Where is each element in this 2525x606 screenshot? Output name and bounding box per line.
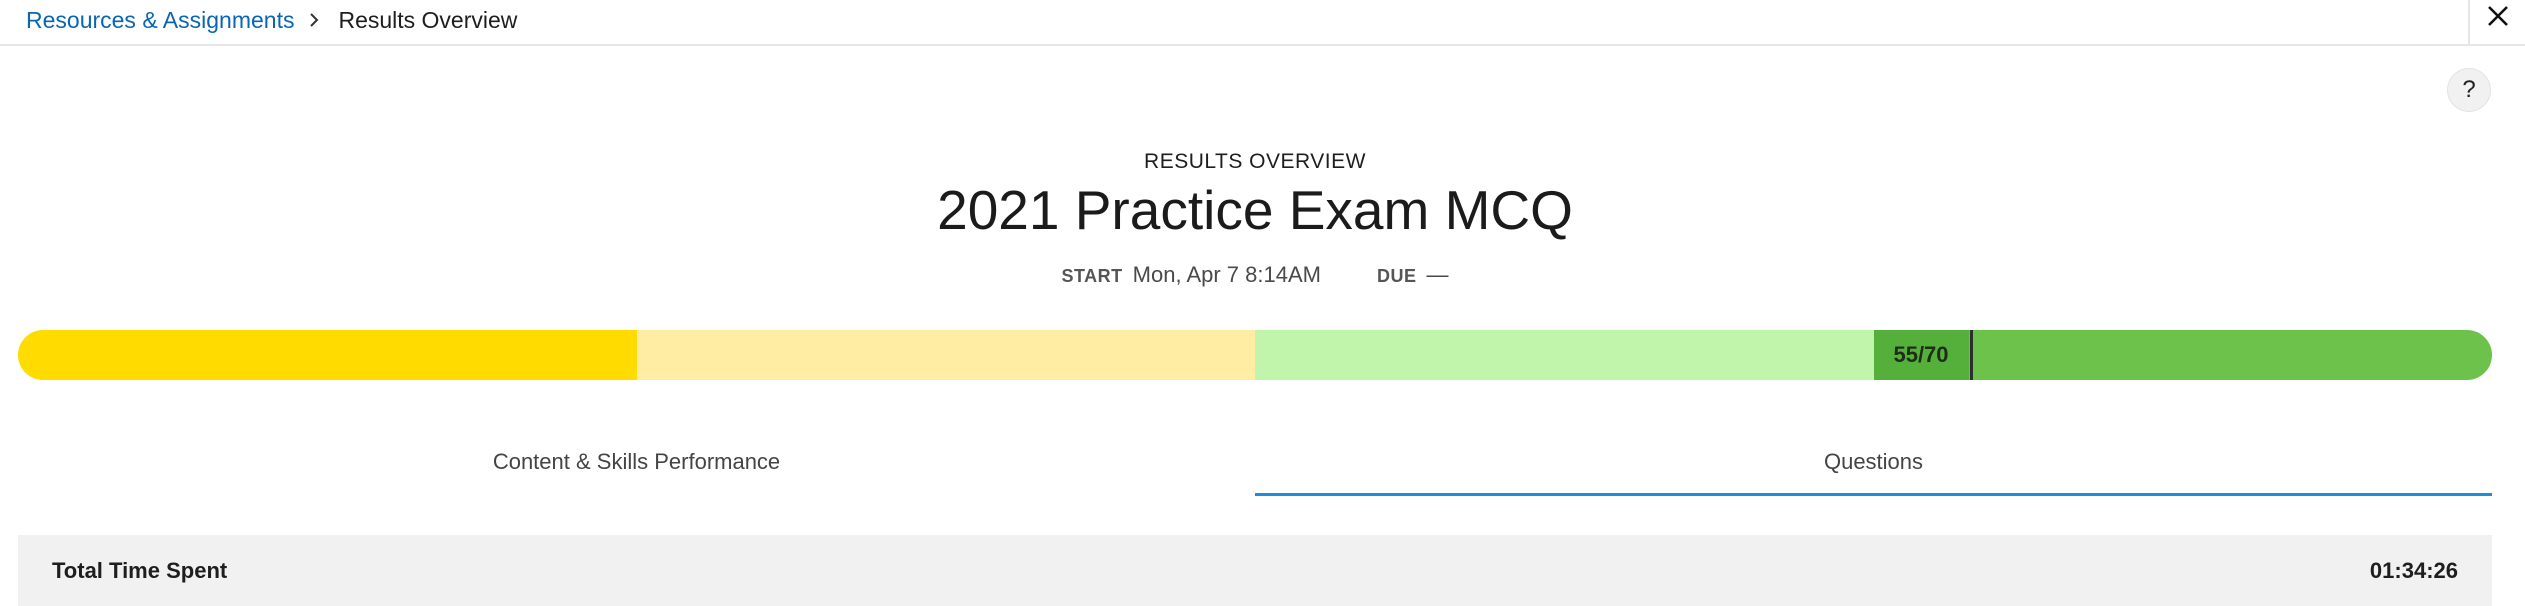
total-time-row: Total Time Spent 01:34:26 [18,535,2492,606]
score-band-2 [636,330,1255,380]
score-band-4: 55/70 [1873,330,2492,380]
close-icon [2485,3,2511,34]
results-tabs: Content & Skills Performance Questions [18,430,2492,496]
breadcrumb-current: Results Overview [338,6,518,33]
due-label: DUE [1376,266,1417,286]
start-label: START [1061,266,1123,286]
page-title: 2021 Practice Exam MCQ [937,179,1573,241]
breadcrumb-link-resources[interactable]: Resources & Assignments [26,7,294,34]
breadcrumb: Resources & Assignments Results Overview [26,0,517,40]
score-band-3 [1255,330,1874,380]
help-button[interactable]: ? [2447,68,2491,112]
assignment-dates: START Mon, Apr 7 8:14AM DUE — [0,262,2510,288]
score-marker [1969,330,1973,380]
close-button[interactable] [2468,0,2525,46]
chevron-right-icon [308,12,320,28]
page-kicker: RESULTS OVERVIEW [1144,150,1366,173]
score-band-1 [18,330,637,380]
tab-questions[interactable]: Questions [1255,430,2492,496]
score-bar: 55/70 [18,330,2492,380]
tab-content-skills[interactable]: Content & Skills Performance [18,430,1255,496]
due-value: — [1426,262,1449,287]
total-time-label: Total Time Spent [52,557,228,583]
start-value: Mon, Apr 7 8:14AM [1132,262,1321,287]
help-icon: ? [2462,76,2476,103]
score-label: 55/70 [1873,330,1969,380]
top-bar: Resources & Assignments Results Overview [0,0,2525,46]
total-time-value: 01:34:26 [2369,557,2458,583]
